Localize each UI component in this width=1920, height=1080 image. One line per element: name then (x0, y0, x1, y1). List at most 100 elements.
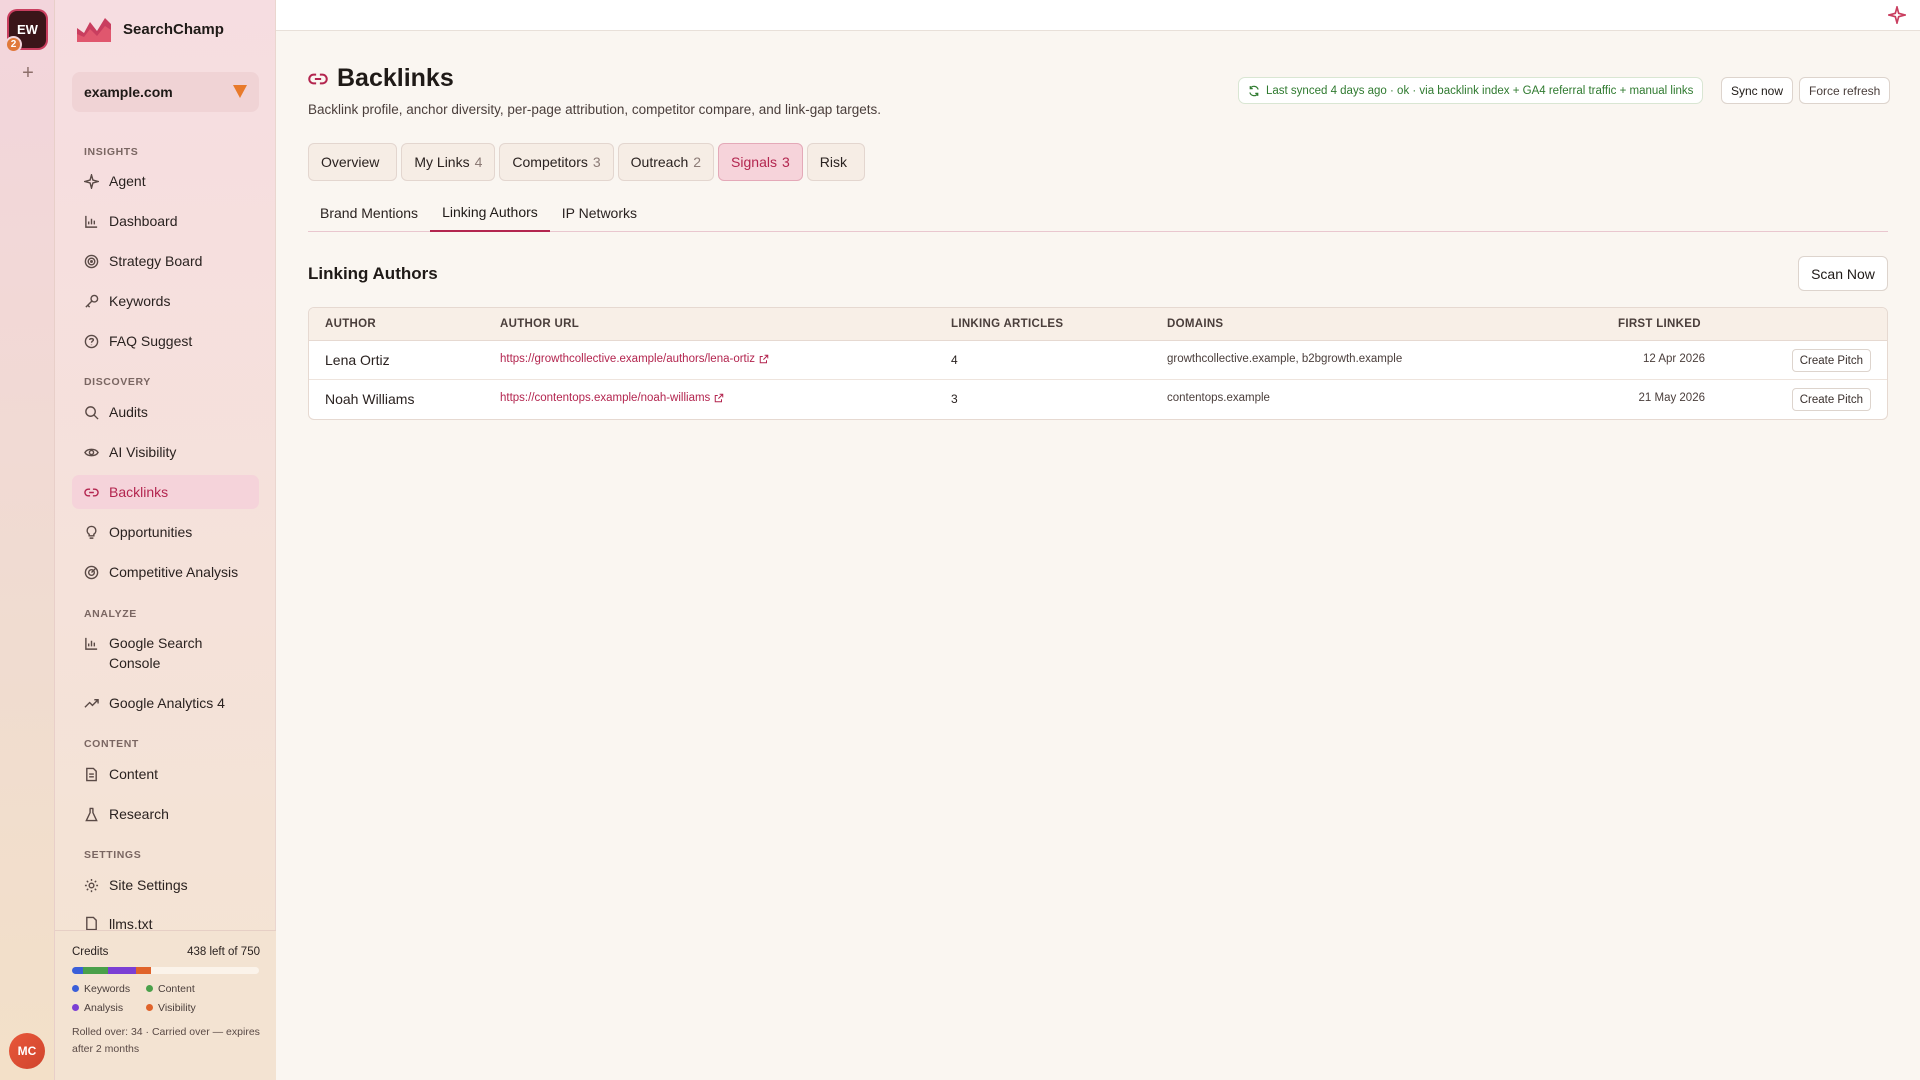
nav-section-insights: INSIGHTS (84, 146, 139, 158)
tab-signals[interactable]: Signals 3 (718, 143, 803, 181)
tab-overview[interactable]: Overview (308, 143, 398, 181)
sidebar-item-label: Google Analytics 4 (109, 695, 225, 711)
external-link-icon (714, 393, 724, 403)
radar-icon (84, 565, 99, 580)
tab-my-links[interactable]: My Links 4 (401, 143, 496, 181)
eye-icon (84, 445, 99, 460)
site-selector-value: example.com (84, 84, 173, 100)
linking-authors-table: AUTHOR AUTHOR URL LINKING ARTICLES DOMAI… (308, 307, 1888, 420)
sidebar-item-backlinks[interactable]: Backlinks (72, 475, 259, 509)
sidebar-item-label: llms.txt (109, 916, 153, 930)
credits-usage-bar (72, 967, 259, 974)
signals-subtabs: Brand Mentions Linking Authors IP Networ… (308, 194, 1888, 232)
author-name: Noah Williams (325, 391, 415, 407)
link-icon (84, 485, 99, 500)
sidebar-item-opportunities[interactable]: Opportunities (72, 515, 259, 549)
tab-outreach[interactable]: Outreach 2 (617, 143, 715, 181)
file-text-icon (84, 916, 99, 930)
sidebar-item-strategy-board[interactable]: Strategy Board (72, 244, 259, 278)
document-icon (84, 767, 99, 782)
subtab-linking-authors[interactable]: Linking Authors (430, 194, 550, 232)
first-linked-date: 21 May 2026 (1638, 392, 1706, 404)
sidebar: SearchChamp example.com INSIGHTS Agent D… (55, 0, 276, 1080)
subtab-brand-mentions[interactable]: Brand Mentions (308, 194, 430, 232)
searchchamp-logo-icon (77, 18, 111, 42)
page-title: Backlinks (337, 64, 454, 92)
column-header-first-linked[interactable]: FIRST LINKED (1618, 318, 1701, 330)
sidebar-item-audits[interactable]: Audits (72, 395, 259, 429)
sidebar-item-label: FAQ Suggest (109, 333, 193, 349)
linking-articles-count: 3 (951, 392, 958, 406)
sidebar-item-google-analytics-4[interactable]: Google Analytics 4 (72, 686, 259, 720)
target-icon (84, 254, 99, 269)
credits-segment-visibility (135, 967, 151, 974)
force-refresh-button[interactable]: Force refresh (1799, 77, 1891, 104)
brand[interactable]: SearchChamp (75, 14, 224, 44)
sidebar-item-site-settings[interactable]: Site Settings (72, 868, 259, 902)
nav-section-discovery: DISCOVERY (84, 376, 151, 388)
sidebar-item-label: Google Search Console (109, 635, 203, 671)
sidebar-item-label: Dashboard (109, 213, 178, 229)
refresh-icon (1248, 85, 1260, 97)
table-header: AUTHOR AUTHOR URL LINKING ARTICLES DOMAI… (309, 308, 1887, 341)
sparkles-icon[interactable] (1885, 3, 1909, 29)
sidebar-item-ai-visibility[interactable]: AI Visibility (72, 435, 259, 469)
sidebar-item-google-search-console[interactable]: Google Search Console (72, 628, 259, 672)
column-header-linking-articles[interactable]: LINKING ARTICLES (951, 318, 1063, 330)
sidebar-item-label: Content (109, 766, 159, 782)
sidebar-item-label: Site Settings (109, 877, 188, 893)
trending-up-icon (84, 696, 99, 711)
table-row: Lena Ortiz https://growthcollective.exam… (309, 341, 1887, 380)
credits-segment-keywords (72, 967, 84, 974)
tab-risk[interactable]: Risk (806, 143, 865, 181)
add-workspace-icon[interactable]: + (17, 62, 39, 84)
create-pitch-button[interactable]: Create Pitch (1791, 388, 1871, 411)
chevron-down-icon (233, 85, 247, 98)
nav-section-settings: SETTINGS (84, 849, 142, 861)
author-url-link[interactable]: https://growthcollective.example/authors… (500, 353, 769, 365)
flask-icon (84, 807, 99, 822)
credits-legend: Keywords Content Analysis Visibility (72, 983, 260, 1014)
avatar[interactable]: MC (9, 1033, 45, 1069)
sidebar-item-label: Audits (109, 404, 148, 420)
key-icon (84, 294, 99, 309)
sidebar-item-agent[interactable]: Agent (72, 164, 259, 198)
top-bar (276, 0, 1920, 31)
sidebar-item-label: Opportunities (109, 524, 193, 540)
sidebar-item-label: Research (109, 806, 169, 822)
sidebar-item-competitive-analysis[interactable]: Competitive Analysis (72, 555, 259, 589)
first-linked-date: 12 Apr 2026 (1642, 353, 1705, 365)
nav-section-content: CONTENT (84, 738, 139, 750)
credits-label: Credits (72, 946, 109, 958)
table-row: Noah Williams https://contentops.example… (309, 380, 1887, 419)
site-selector[interactable]: example.com (72, 72, 259, 112)
credits-segment-content (83, 967, 108, 974)
help-circle-icon (84, 334, 99, 349)
sidebar-item-dashboard[interactable]: Dashboard (72, 204, 259, 238)
sidebar-item-llms-txt[interactable]: llms.txt (72, 908, 259, 930)
backlinks-tabs: Overview My Links 4 Competitors 3 Outreach… (308, 143, 865, 181)
nav-section-analyze: ANALYZE (84, 608, 137, 620)
linking-articles-count: 4 (951, 353, 958, 367)
page-subtitle: Backlink profile, anchor diversity, per-… (308, 102, 882, 117)
legend-analysis: Analysis (72, 1002, 146, 1014)
create-pitch-button[interactable]: Create Pitch (1791, 349, 1871, 372)
sidebar-item-research[interactable]: Research (72, 797, 259, 831)
sidebar-item-content[interactable]: Content (72, 757, 259, 791)
scan-now-button[interactable]: Scan Now (1798, 256, 1888, 291)
subtab-ip-networks[interactable]: IP Networks (550, 194, 649, 232)
domains-value: contentops.example (1167, 392, 1270, 404)
tab-competitors[interactable]: Competitors 3 (499, 143, 614, 181)
credits-remaining: 438 left of 750 (187, 946, 260, 958)
bar-chart-icon (84, 636, 99, 651)
sidebar-item-label: Backlinks (109, 484, 169, 500)
credits-panel: Credits 438 left of 750 Keywords Content… (55, 930, 276, 1080)
sidebar-item-faq-suggest[interactable]: FAQ Suggest (72, 324, 259, 358)
column-header-author-url[interactable]: AUTHOR URL (500, 318, 579, 330)
author-url-link[interactable]: https://contentops.example/noah-williams (500, 392, 724, 404)
sync-now-button[interactable]: Sync now (1721, 77, 1794, 104)
sidebar-item-keywords[interactable]: Keywords (72, 284, 259, 318)
gear-icon (84, 878, 99, 893)
column-header-author[interactable]: AUTHOR (325, 318, 376, 330)
column-header-domains[interactable]: DOMAINS (1167, 318, 1223, 330)
